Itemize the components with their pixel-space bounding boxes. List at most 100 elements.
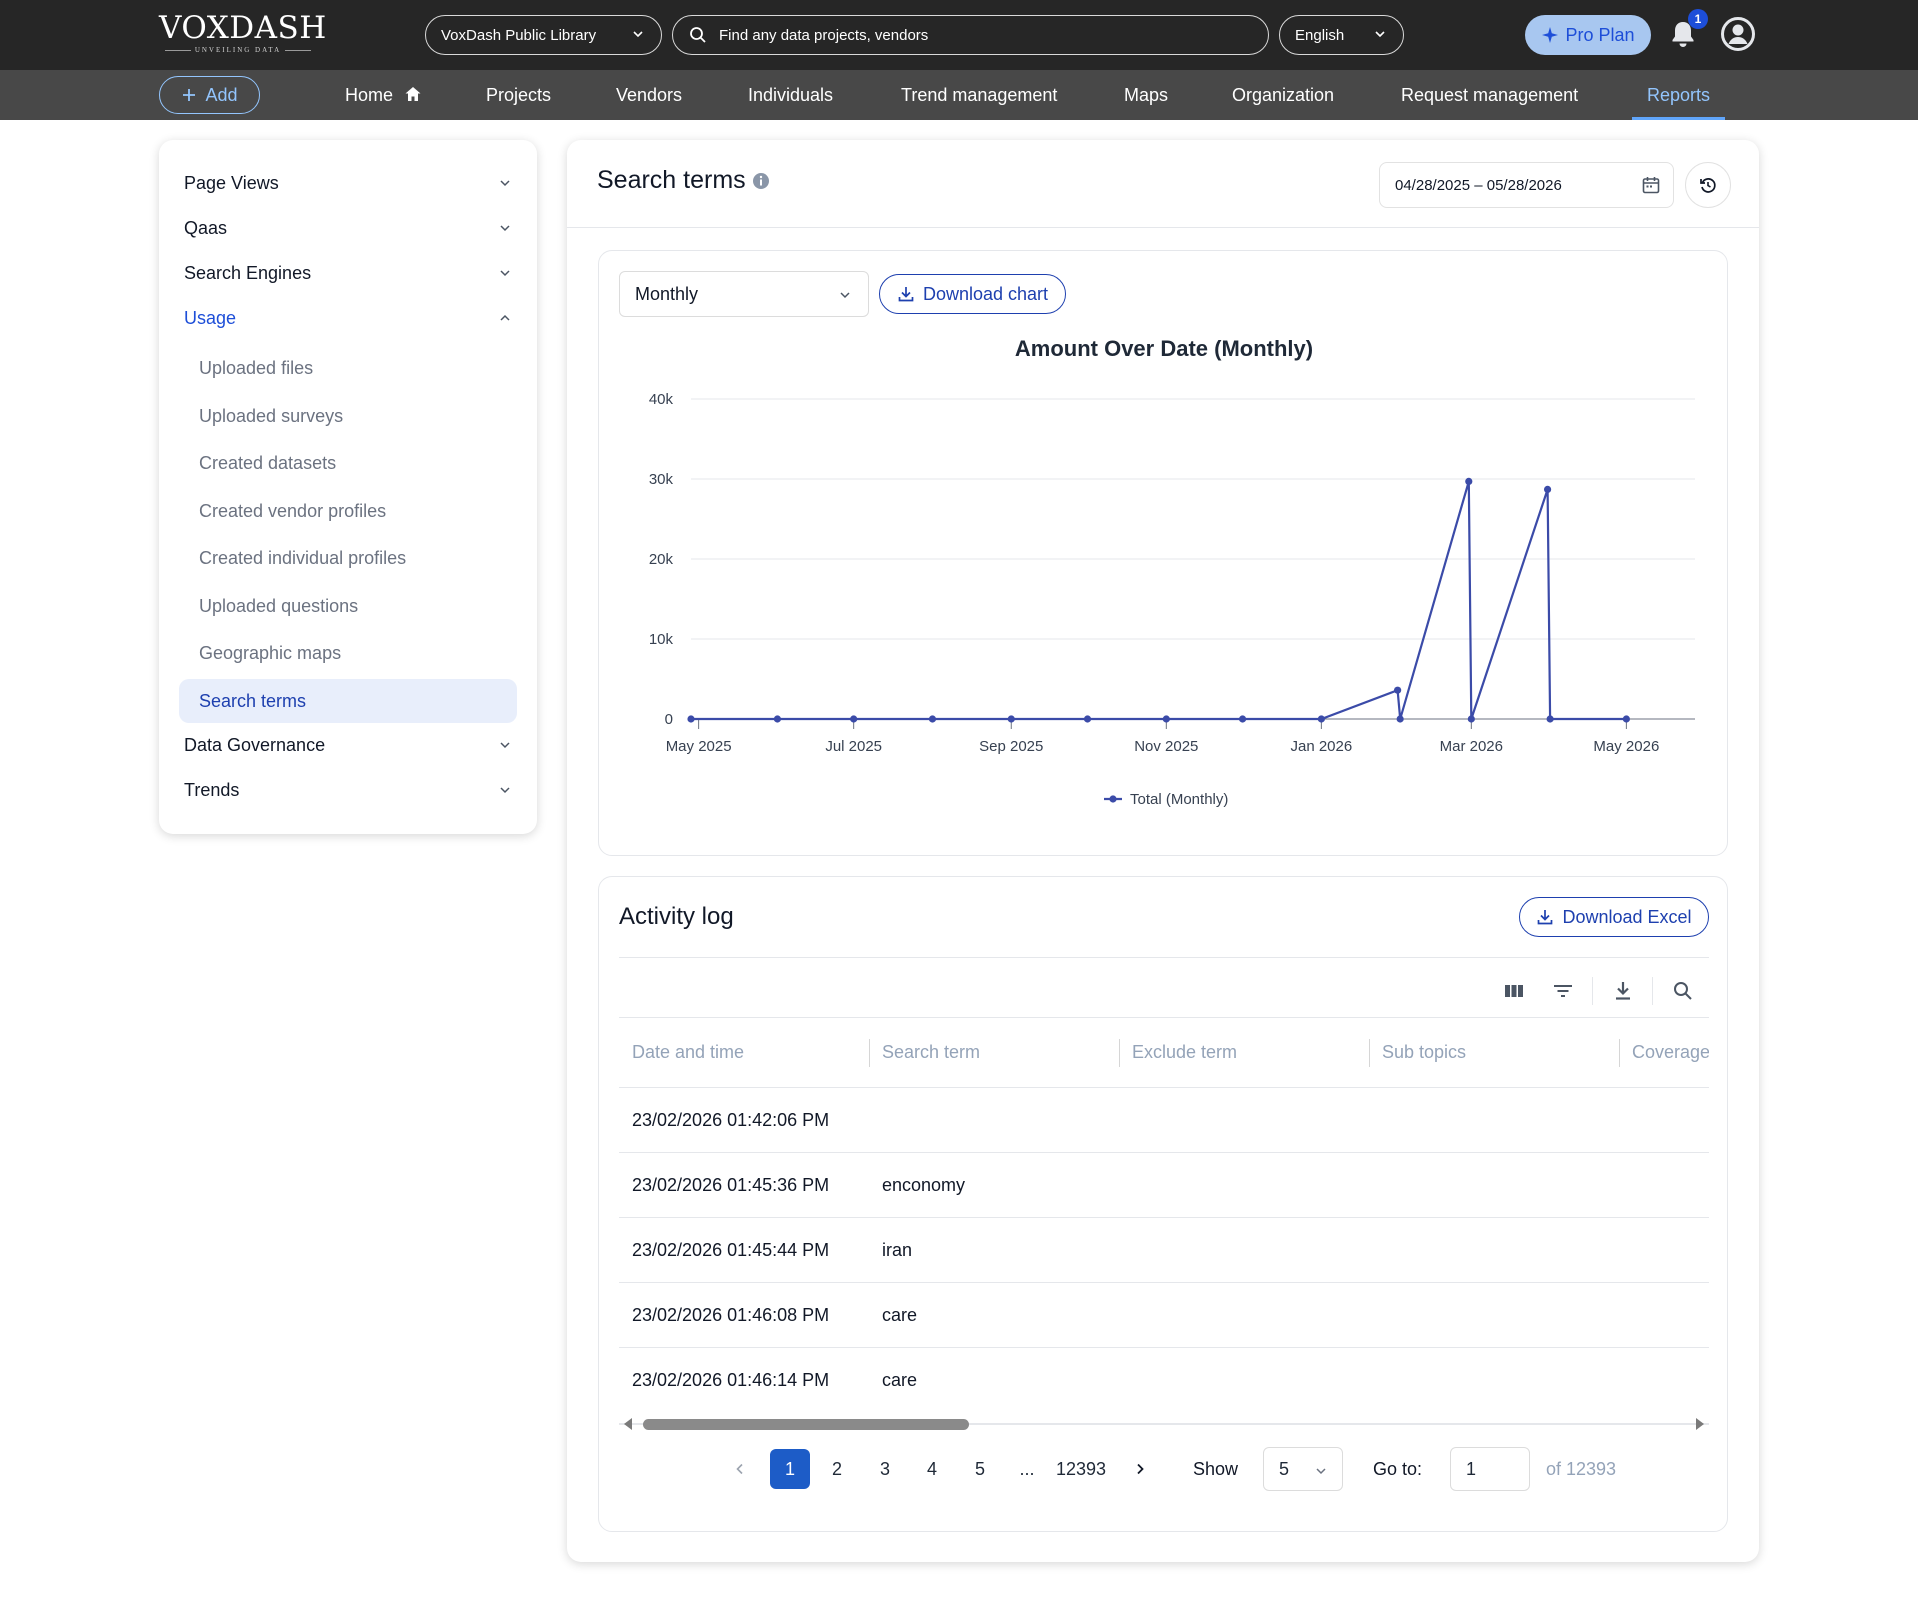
- horizontal-scrollbar[interactable]: [619, 1415, 1709, 1433]
- table-row[interactable]: 23/02/2026 01:42:06 PM: [619, 1087, 1709, 1152]
- column-header-search-term[interactable]: Search term: [869, 1017, 980, 1087]
- x-tick-label: Jul 2025: [825, 738, 882, 755]
- nav-item-organization[interactable]: Organization: [1232, 70, 1334, 120]
- x-tick-label: Jan 2026: [1290, 738, 1352, 755]
- sidebar-section-usage[interactable]: Usage: [184, 298, 514, 338]
- chevron-down-icon: [500, 225, 510, 232]
- add-label: Add: [205, 84, 238, 105]
- nav-item-individuals[interactable]: Individuals: [748, 70, 833, 120]
- next-page-button[interactable]: [1120, 1449, 1160, 1489]
- nav-item-home[interactable]: Home: [345, 70, 422, 120]
- page-button-5[interactable]: 5: [960, 1449, 1000, 1489]
- data-point: [850, 715, 858, 723]
- chevron-down-icon: [500, 742, 510, 749]
- reset-dates-button[interactable]: [1685, 162, 1731, 208]
- date-range-picker[interactable]: 04/28/2025 – 05/28/2026: [1379, 162, 1674, 208]
- chart-title: Amount Over Date (Monthly): [1015, 336, 1313, 361]
- data-point: [1238, 715, 1247, 723]
- toolbar-separator: [1652, 977, 1653, 1005]
- column-header-coverage[interactable]: Coverage: [1619, 1017, 1709, 1087]
- toolbar-separator: [1592, 977, 1593, 1005]
- legend-label: Total (Monthly): [1130, 791, 1228, 808]
- report-header: Search terms 04/28/2025 – 05/28/2026: [567, 140, 1759, 228]
- library-selector[interactable]: VoxDash Public Library: [425, 15, 662, 55]
- nav-item-projects[interactable]: Projects: [486, 70, 551, 120]
- nav-item-maps[interactable]: Maps: [1124, 70, 1168, 120]
- table-row[interactable]: 23/02/2026 01:45:36 PM enconomy: [619, 1152, 1709, 1217]
- nav-item-request-management[interactable]: Request management: [1401, 70, 1578, 120]
- data-point: [1546, 715, 1554, 723]
- top-bar: VoxDash UNVEILING DATA VoxDash Public Li…: [0, 0, 1918, 70]
- language-selector[interactable]: English: [1279, 15, 1404, 55]
- voxdash-logo[interactable]: VoxDash UNVEILING DATA: [159, 10, 326, 58]
- plus-icon: [183, 89, 196, 101]
- global-search[interactable]: Find any data projects, vendors: [672, 15, 1269, 55]
- goto-page-input[interactable]: [1450, 1447, 1530, 1491]
- prev-page-button[interactable]: [720, 1449, 760, 1489]
- pagination: 1 2 3 4 5 ... 12393 Show 5 Go to: of 123…: [599, 1447, 1727, 1491]
- scroll-left-arrow-icon[interactable]: [624, 1418, 632, 1430]
- data-point: [1465, 477, 1473, 485]
- calendar-icon: [1642, 177, 1660, 194]
- nav-item-vendors[interactable]: Vendors: [616, 70, 682, 120]
- page-button-4[interactable]: 4: [912, 1449, 952, 1489]
- table-row[interactable]: 23/02/2026 01:46:14 PM care: [619, 1347, 1709, 1403]
- page-button-last[interactable]: 12393: [1041, 1449, 1121, 1489]
- user-avatar-icon[interactable]: [1721, 17, 1755, 51]
- cell-search-term: enconomy: [882, 1175, 966, 1195]
- sidebar-section-data-governance[interactable]: Data Governance: [184, 725, 514, 765]
- pro-plan-button[interactable]: Pro Plan: [1525, 15, 1651, 55]
- search-icon[interactable]: [1671, 979, 1695, 1003]
- cell-search-term: [869, 1088, 882, 1153]
- download-excel-button[interactable]: Download Excel: [1519, 897, 1709, 937]
- page-button-2[interactable]: 2: [817, 1449, 857, 1489]
- sidebar-section-qaas[interactable]: Qaas: [184, 208, 514, 248]
- data-point: [1543, 485, 1552, 493]
- sidebar-item-created-individual-profiles[interactable]: Created individual profiles: [179, 536, 517, 580]
- scrollbar-thumb[interactable]: [643, 1419, 969, 1430]
- data-point: [773, 715, 782, 723]
- sidebar-section-page-views[interactable]: Page Views: [184, 163, 514, 203]
- column-header-sub-topics[interactable]: Sub topics: [1369, 1017, 1466, 1087]
- search-input[interactable]: Find any data projects, vendors: [719, 27, 928, 44]
- column-header-date-time[interactable]: Date and time: [619, 1017, 744, 1087]
- page-button-3[interactable]: 3: [865, 1449, 905, 1489]
- sidebar-item-search-terms[interactable]: Search terms: [179, 679, 517, 723]
- sidebar-item-geographic-maps[interactable]: Geographic maps: [179, 631, 517, 675]
- data-point: [1394, 686, 1402, 694]
- sparkle-icon: [1542, 27, 1559, 43]
- sidebar-section-trends[interactable]: Trends: [184, 770, 514, 810]
- sidebar-item-uploaded-files[interactable]: Uploaded files: [179, 346, 517, 390]
- data-point: [1317, 715, 1325, 723]
- table-row[interactable]: 23/02/2026 01:45:44 PM iran: [619, 1217, 1709, 1282]
- goto-label: Go to:: [1373, 1459, 1423, 1479]
- filter-icon[interactable]: [1551, 979, 1575, 1003]
- page-size-select[interactable]: 5: [1263, 1447, 1343, 1491]
- library-label: VoxDash Public Library: [441, 26, 597, 44]
- nav-item-reports[interactable]: Reports: [1631, 70, 1726, 120]
- scroll-right-arrow-icon[interactable]: [1696, 1418, 1704, 1430]
- columns-icon[interactable]: [1502, 979, 1526, 1003]
- info-icon[interactable]: [752, 172, 770, 190]
- sidebar-item-uploaded-surveys[interactable]: Uploaded surveys: [179, 394, 517, 438]
- export-icon[interactable]: [1611, 979, 1635, 1003]
- nav-item-trend-management[interactable]: Trend management: [901, 70, 1057, 120]
- sidebar-section-search-engines[interactable]: Search Engines: [184, 253, 514, 293]
- column-header-exclude-term[interactable]: Exclude term: [1119, 1017, 1237, 1087]
- page-button-1[interactable]: 1: [770, 1449, 810, 1489]
- table-row[interactable]: 23/02/2026 01:46:08 PM care: [619, 1282, 1709, 1347]
- activity-log-card: Activity log Download Excel Date and tim…: [598, 876, 1728, 1532]
- sidebar-item-created-datasets[interactable]: Created datasets: [179, 441, 517, 485]
- y-tick-label: 40k: [649, 391, 674, 408]
- activity-table: Date and time Search term Exclude term S…: [619, 1017, 1709, 1403]
- data-point: [1396, 715, 1404, 723]
- chevron-down-icon: [500, 180, 510, 187]
- divider: [619, 957, 1709, 958]
- page-size-value: 5: [1279, 1458, 1290, 1479]
- show-label: Show: [1193, 1459, 1239, 1479]
- y-tick-label: 10k: [649, 631, 674, 648]
- add-button[interactable]: Add: [159, 76, 260, 114]
- sidebar-item-created-vendor-profiles[interactable]: Created vendor profiles: [179, 489, 517, 533]
- history-reset-icon: [1700, 178, 1716, 193]
- sidebar-item-uploaded-questions[interactable]: Uploaded questions: [179, 584, 517, 628]
